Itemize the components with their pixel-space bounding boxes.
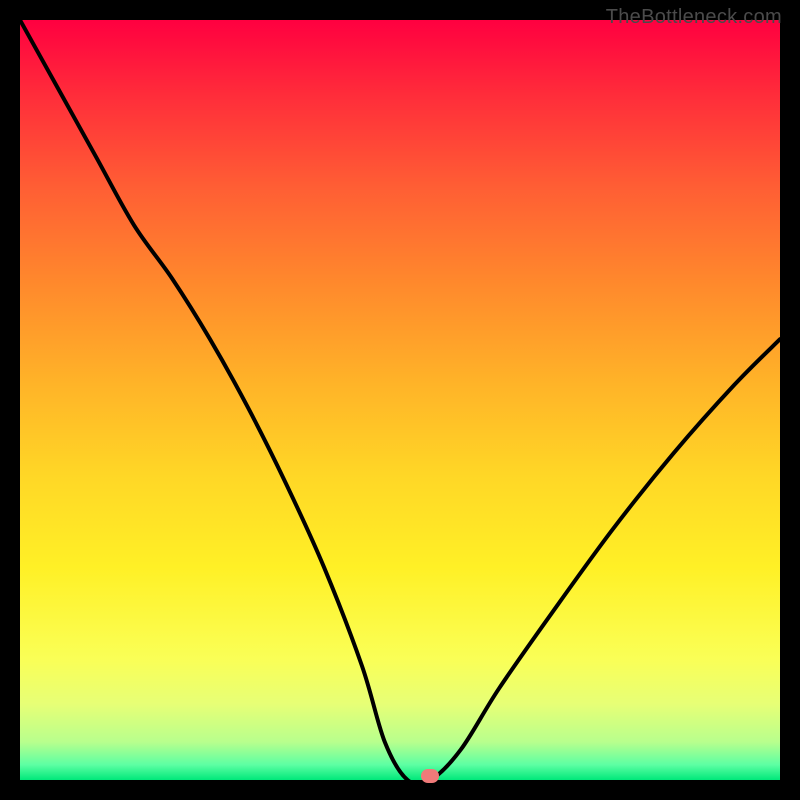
chart-container: TheBottleneck.com: [0, 0, 800, 800]
optimal-point-marker: [421, 769, 439, 783]
watermark-text: TheBottleneck.com: [606, 6, 782, 29]
bottleneck-curve: [20, 20, 780, 780]
